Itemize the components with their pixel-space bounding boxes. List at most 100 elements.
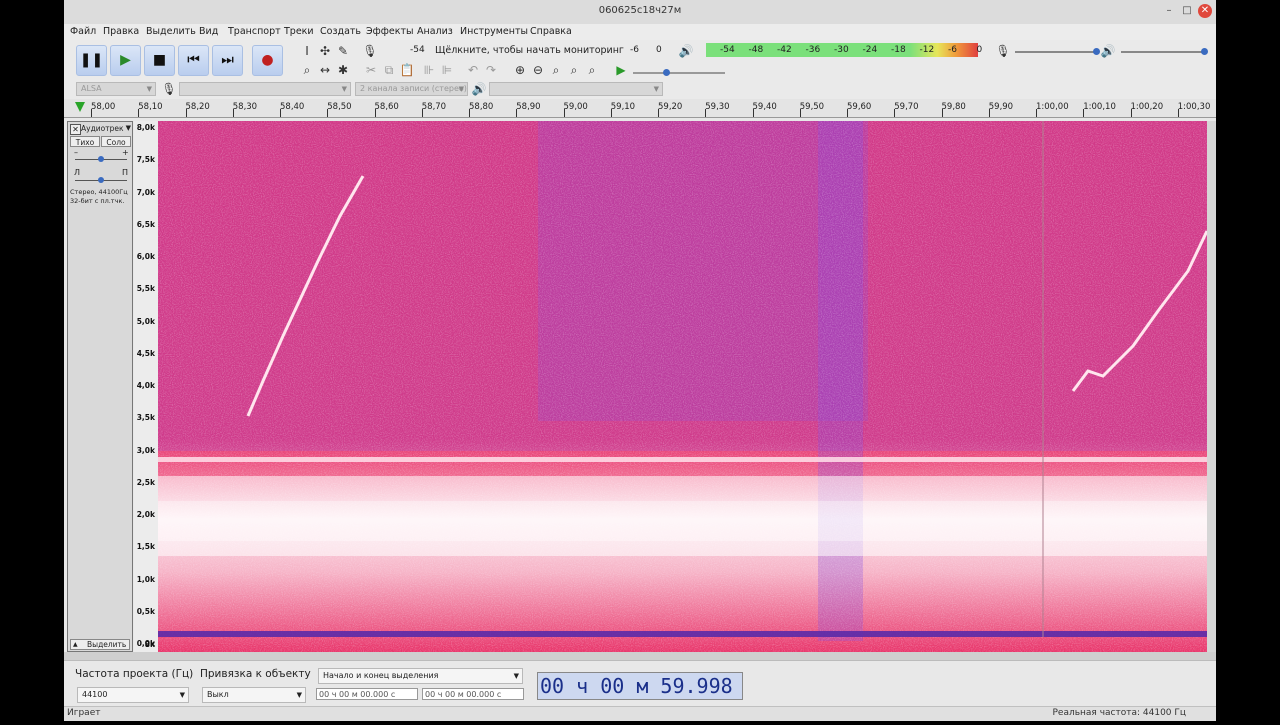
chevron-down-icon: ▼ bbox=[179, 691, 185, 699]
ruler-tick-label: 59,60 bbox=[847, 102, 872, 112]
zoom-in-icon[interactable]: ⊕ bbox=[512, 62, 528, 78]
frequency-label: 7,5k bbox=[136, 155, 155, 165]
ruler-tick-label: 59,40 bbox=[752, 102, 777, 112]
spectrogram-view[interactable] bbox=[158, 121, 1207, 652]
playback-meter-label: -24 bbox=[862, 45, 878, 55]
zoom-tool-icon[interactable]: ⌕ bbox=[299, 62, 315, 78]
gain-slider-thumb[interactable] bbox=[98, 156, 104, 162]
speaker-icon[interactable]: 🔊 bbox=[678, 43, 694, 59]
collapse-arrow-icon[interactable]: ▲ bbox=[73, 640, 78, 649]
ruler-tick-label: 1:00,20 bbox=[1130, 102, 1164, 112]
chevron-down-icon: ▼ bbox=[458, 85, 464, 93]
record-button[interactable]: ● bbox=[252, 45, 283, 76]
mute-button[interactable]: Тихо bbox=[70, 136, 100, 147]
draw-tool-icon[interactable]: ✎ bbox=[335, 43, 351, 59]
menu-view[interactable]: Вид bbox=[199, 26, 218, 37]
timeline-ruler[interactable]: 58,00 58,10 58,20 58,30 58,40 58,50 58,60 58,70… bbox=[64, 99, 1216, 118]
chevron-down-icon: ▼ bbox=[146, 85, 152, 93]
select-tool-icon[interactable]: I bbox=[299, 43, 315, 59]
redo-icon[interactable]: ↷ bbox=[483, 62, 499, 78]
noise-texture bbox=[158, 121, 1207, 652]
pause-button[interactable]: ❚❚ bbox=[76, 45, 107, 76]
record-meter-left-label: -54 bbox=[410, 45, 425, 55]
menu-transport[interactable]: Транспорт bbox=[228, 26, 281, 37]
snap-combo[interactable]: Выкл ▼ bbox=[202, 687, 306, 703]
ruler-tick-label: 58,20 bbox=[185, 102, 210, 112]
ruler-tick-label: 59,00 bbox=[563, 102, 588, 112]
skip-end-button[interactable]: ⏭ bbox=[212, 45, 243, 76]
track-select-button[interactable]: ▲ Выделить bbox=[70, 639, 130, 650]
spectrogram-graphic bbox=[158, 121, 1207, 652]
playback-device-combo[interactable]: ▼ bbox=[489, 82, 663, 96]
pan-slider[interactable] bbox=[75, 177, 127, 183]
record-meter-mid: -6 bbox=[630, 45, 639, 55]
minimize-button[interactable]: – bbox=[1162, 4, 1176, 18]
track-control-panel: ✕ Аудиотрек ▼ Тихо Соло – + Л П Стерео, 4… bbox=[67, 121, 133, 652]
playback-volume-thumb[interactable] bbox=[1201, 48, 1208, 55]
play-at-speed-icon[interactable]: ▶ bbox=[613, 62, 629, 78]
track-close-button[interactable]: ✕ bbox=[70, 124, 81, 135]
audio-host-combo[interactable]: ALSA ▼ bbox=[76, 82, 156, 96]
recording-volume-slider[interactable] bbox=[1015, 48, 1100, 55]
gain-slider[interactable] bbox=[75, 156, 127, 162]
title-bar: 060625с18ч27м – □ ✕ bbox=[64, 0, 1216, 25]
menu-effects[interactable]: Эффекты bbox=[366, 26, 414, 37]
window-title: 060625с18ч27м bbox=[598, 5, 682, 16]
menu-generate[interactable]: Создать bbox=[320, 26, 361, 37]
menu-edit[interactable]: Правка bbox=[103, 26, 139, 37]
selection-mode-combo[interactable]: Начало и конец выделения ▼ bbox=[318, 668, 523, 684]
fit-selection-icon[interactable]: ⌕ bbox=[548, 62, 564, 78]
track-sample-format-info: 32-бит с пл.тчк. bbox=[70, 197, 125, 205]
close-button[interactable]: ✕ bbox=[1198, 4, 1212, 18]
paste-icon[interactable]: 📋 bbox=[399, 62, 415, 78]
project-rate-value: 44100 bbox=[82, 690, 108, 699]
multi-tool-icon[interactable]: ✱ bbox=[335, 62, 351, 78]
record-meter-prompt[interactable]: Щёлкните, чтобы начать мониторинг bbox=[435, 45, 624, 56]
vertical-scrollbar[interactable] bbox=[1207, 121, 1216, 652]
recording-volume-thumb[interactable] bbox=[1093, 48, 1100, 55]
playback-volume-slider[interactable] bbox=[1121, 48, 1208, 55]
zoom-out-icon[interactable]: ⊖ bbox=[530, 62, 546, 78]
play-head-triangle-icon[interactable] bbox=[75, 102, 85, 112]
trim-icon[interactable]: ⊪ bbox=[421, 62, 437, 78]
ruler-tick-label: 59,10 bbox=[610, 102, 636, 112]
timeshift-tool-icon[interactable]: ↔ bbox=[317, 62, 333, 78]
track-select-label: Выделить bbox=[87, 640, 127, 649]
menu-tools[interactable]: Инструменты bbox=[460, 26, 528, 37]
play-button[interactable]: ▶ bbox=[110, 45, 141, 76]
track-name-menu[interactable]: Аудиотрек ▼ bbox=[81, 123, 131, 134]
menu-file[interactable]: Файл bbox=[70, 26, 96, 37]
stop-button[interactable]: ■ bbox=[144, 45, 175, 76]
selection-start-time[interactable]: 00 ч 00 м 00.000 с bbox=[316, 688, 418, 700]
fit-project-icon[interactable]: ⌕ bbox=[566, 62, 582, 78]
envelope-tool-icon[interactable]: ✣ bbox=[317, 43, 333, 59]
selection-end-time[interactable]: 00 ч 00 м 00.000 с bbox=[422, 688, 524, 700]
copy-icon[interactable]: ⧉ bbox=[381, 62, 397, 78]
recording-channels-combo[interactable]: 2 канала записи (стерео) ▼ bbox=[355, 82, 468, 96]
undo-icon[interactable]: ↶ bbox=[465, 62, 481, 78]
frequency-label: 2,5k bbox=[136, 477, 155, 487]
cut-icon[interactable]: ✂ bbox=[363, 62, 379, 78]
menu-help[interactable]: Справка bbox=[530, 26, 572, 37]
frequency-label: 1,5k bbox=[136, 542, 155, 552]
menu-analyze[interactable]: Анализ bbox=[417, 26, 453, 37]
silence-icon[interactable]: ⊫ bbox=[439, 62, 455, 78]
zoom-toggle-icon[interactable]: ⌕ bbox=[584, 62, 600, 78]
recording-channels-value: 2 канала записи (стерео) bbox=[360, 84, 467, 93]
project-rate-combo[interactable]: 44100 ▼ bbox=[77, 687, 189, 703]
maximize-button[interactable]: □ bbox=[1180, 4, 1194, 18]
microphone-icon[interactable]: 🎙 bbox=[362, 43, 378, 59]
audio-position-time[interactable]: 00 ч 00 м 59.998 с bbox=[537, 672, 743, 724]
play-speed-thumb[interactable] bbox=[663, 69, 670, 76]
menu-select[interactable]: Выделить bbox=[146, 26, 196, 37]
bottom-line bbox=[158, 631, 1207, 637]
play-speed-slider[interactable] bbox=[633, 69, 725, 76]
recording-device-combo[interactable]: ▼ bbox=[179, 82, 351, 96]
skip-start-button[interactable]: ⏮ bbox=[178, 45, 209, 76]
frequency-scale[interactable]: 8,0k 7,5k 7,0k 6,5k 6,0k 5,5k 5,0k 4,5k 4,0k 3,5k… bbox=[134, 121, 159, 652]
solo-button[interactable]: Соло bbox=[101, 136, 131, 147]
menu-tracks[interactable]: Треки bbox=[284, 26, 314, 37]
pan-slider-thumb[interactable] bbox=[98, 177, 104, 183]
horizontal-scrollbar[interactable] bbox=[64, 652, 1216, 660]
status-actual-rate: Реальная частота: 44100 Гц bbox=[1052, 708, 1187, 718]
